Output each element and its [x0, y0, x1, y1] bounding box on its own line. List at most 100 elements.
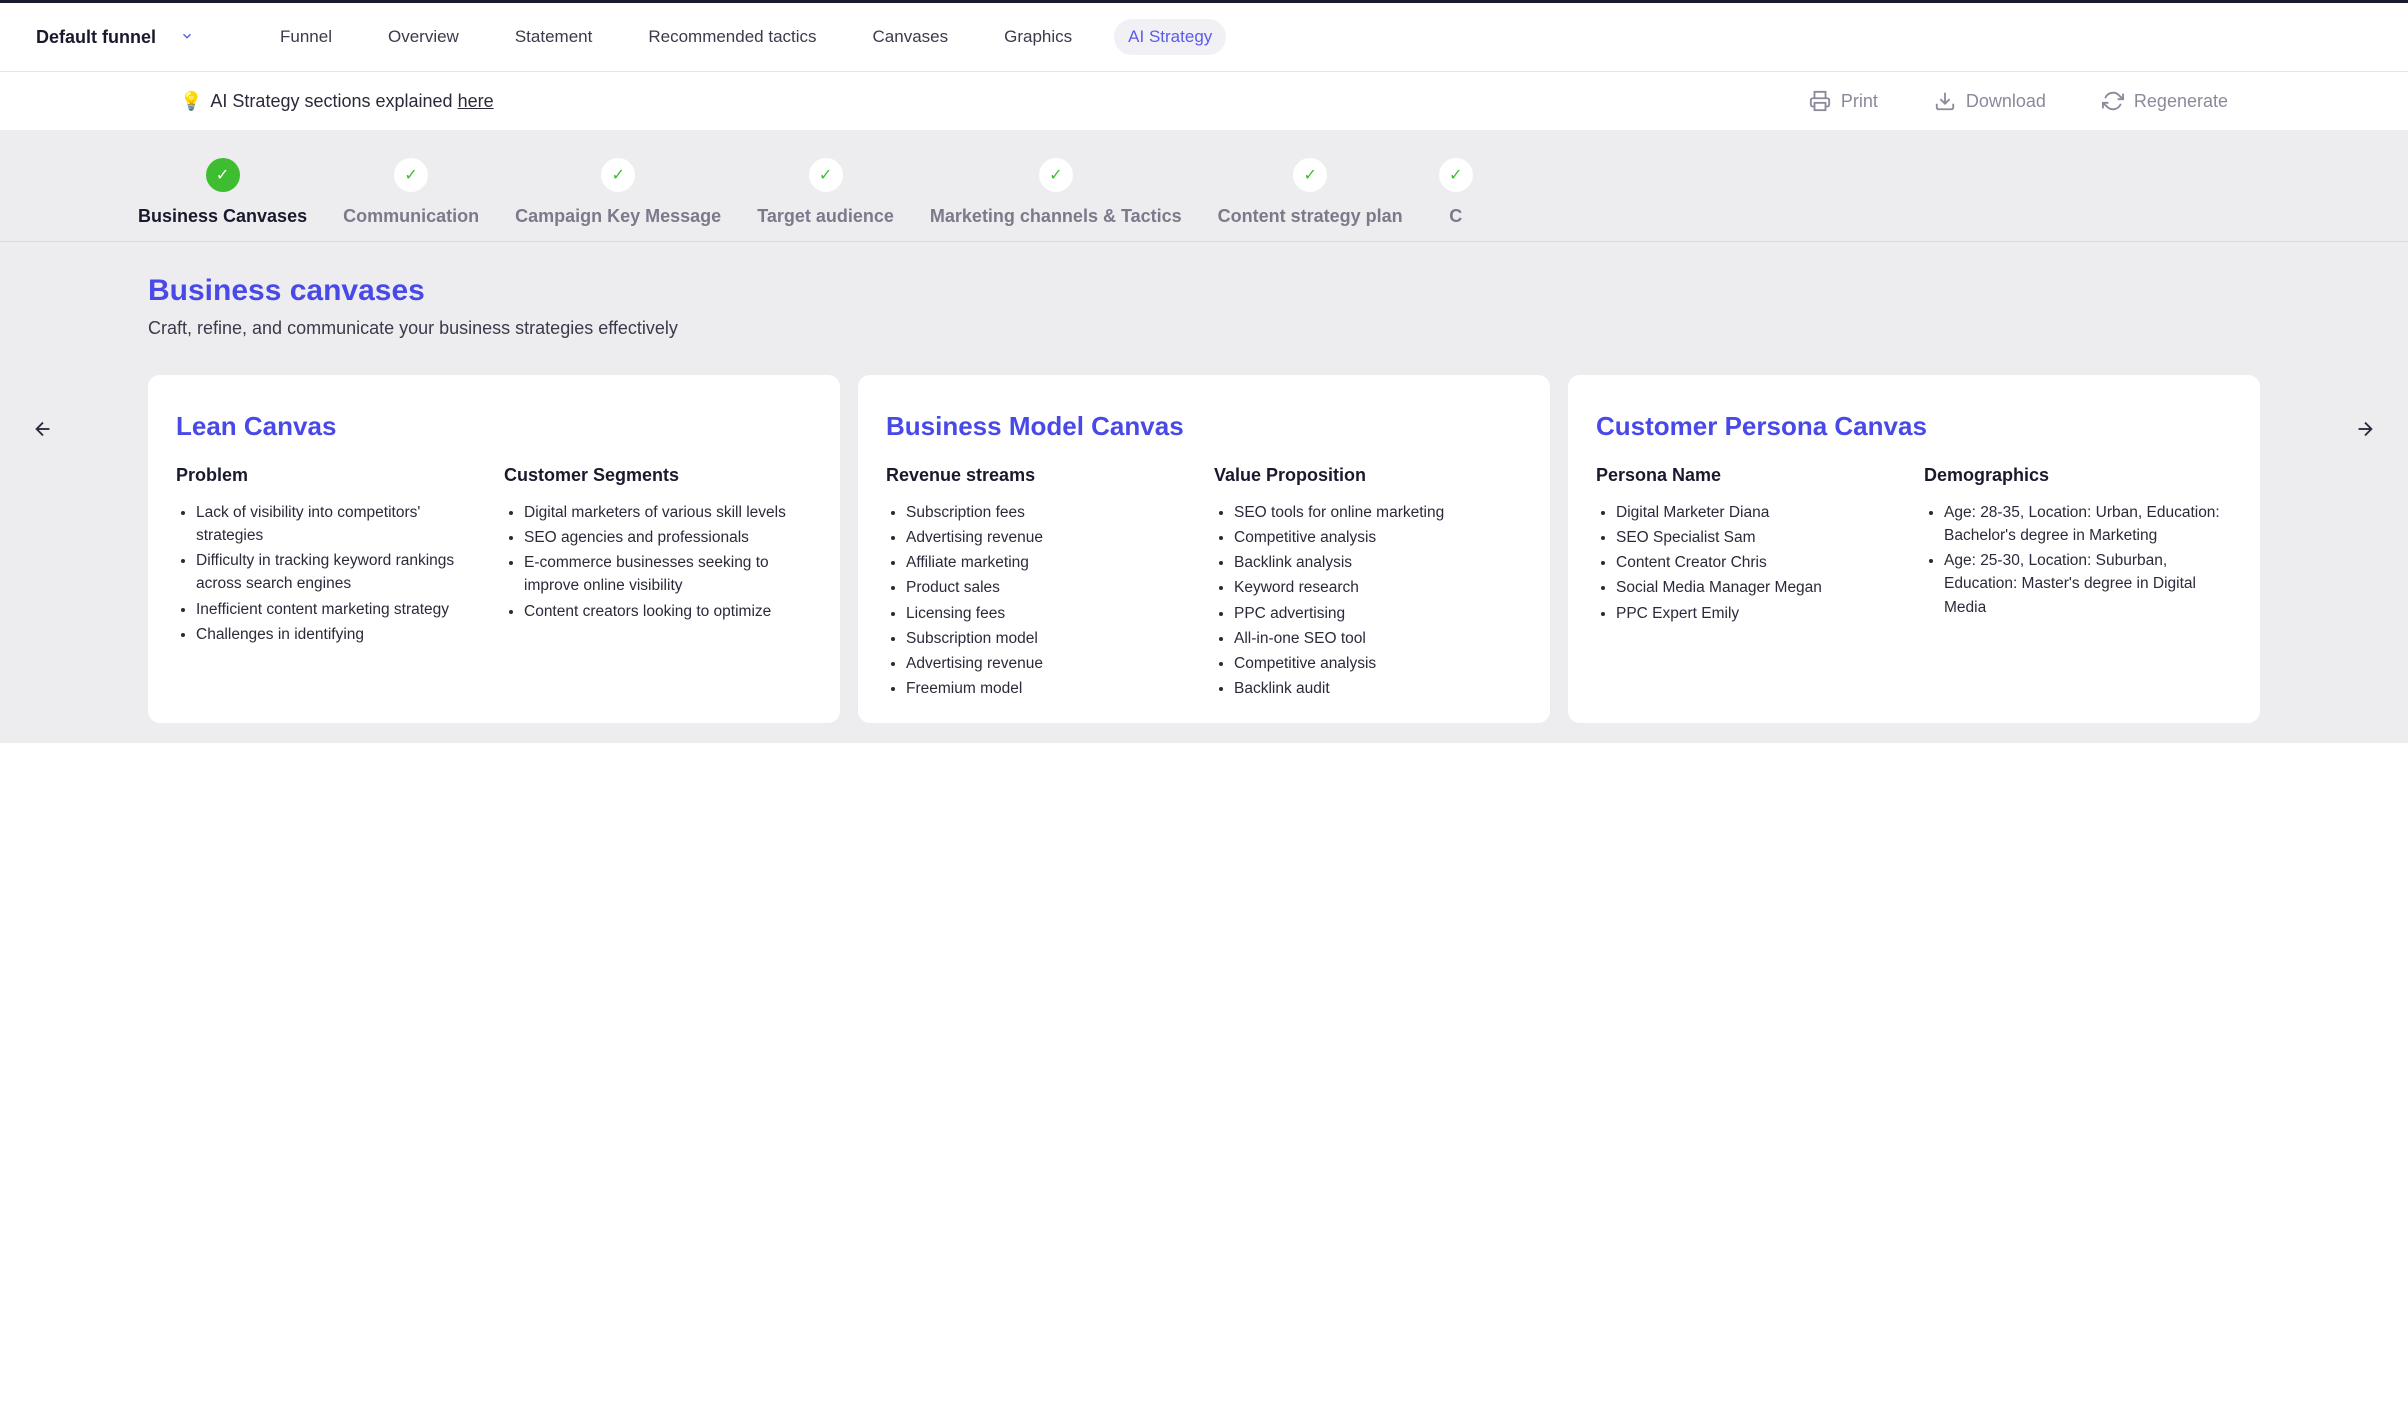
card-columns: Problem Lack of visibility into competito… [176, 464, 812, 648]
list-item: Difficulty in tracking keyword rankings … [196, 549, 484, 596]
check-icon: ✓ [1293, 158, 1327, 192]
list-item: Digital marketers of various skill level… [524, 501, 812, 524]
card-title: Lean Canvas [176, 411, 812, 442]
check-icon: ✓ [394, 158, 428, 192]
list-item: Digital Marketer Diana [1616, 501, 1904, 524]
list-item: Age: 25-30, Location: Suburban, Educatio… [1944, 549, 2232, 619]
print-icon [1809, 90, 1831, 112]
list-item: Social Media Manager Megan [1616, 576, 1904, 599]
list-item: Licensing fees [906, 602, 1194, 625]
step-label: Business Canvases [138, 206, 307, 227]
download-button[interactable]: Download [1934, 90, 2046, 112]
section-subtitle: Craft, refine, and communicate your busi… [148, 318, 2260, 339]
list-item: Competitive analysis [1234, 652, 1522, 675]
card-title: Customer Persona Canvas [1596, 411, 2232, 442]
column-list: Digital Marketer DianaSEO Specialist Sam… [1596, 501, 1904, 625]
content-area: ✓Business Canvases✓Communication✓Campaig… [0, 130, 2408, 743]
list-item: Subscription model [906, 627, 1194, 650]
print-label: Print [1841, 91, 1878, 112]
card-column: Revenue streams Subscription feesAdvertis… [886, 464, 1194, 703]
step-c[interactable]: ✓C [1421, 158, 1491, 241]
step-target-audience[interactable]: ✓ Target audience [739, 158, 912, 241]
step-marketing-channels-tactics[interactable]: ✓ Marketing channels & Tactics [912, 158, 1200, 241]
list-item: Challenges in identifying [196, 623, 484, 646]
list-item: Backlink analysis [1234, 551, 1522, 574]
list-item: Subscription fees [906, 501, 1194, 524]
list-item: PPC advertising [1234, 602, 1522, 625]
list-item: Competitive analysis [1234, 526, 1522, 549]
nav-tab-funnel[interactable]: Funnel [266, 19, 346, 55]
list-item: Content creators looking to optimize [524, 600, 812, 623]
regenerate-label: Regenerate [2134, 91, 2228, 112]
column-list: SEO tools for online marketingCompetitiv… [1214, 501, 1522, 701]
column-heading: Demographics [1924, 464, 2232, 487]
list-item: SEO agencies and professionals [524, 526, 812, 549]
step-content-strategy-plan[interactable]: ✓ Content strategy plan [1200, 158, 1421, 241]
download-icon [1934, 90, 1956, 112]
section-title: Business canvases [148, 274, 2260, 308]
card-column: Customer SegmentsDigital marketers of va… [504, 464, 812, 648]
canvas-card: Lean Canvas Problem Lack of visibility int… [148, 375, 840, 723]
canvas-card: Customer Persona Canvas Persona Name Digit… [1568, 375, 2260, 723]
check-icon: ✓ [1039, 158, 1073, 192]
nav-tab-recommended-tactics[interactable]: Recommended tactics [634, 19, 830, 55]
column-heading: Persona Name [1596, 464, 1904, 487]
card-columns: Revenue streams Subscription feesAdvertis… [886, 464, 1522, 703]
nav-tab-canvases[interactable]: Canvases [859, 19, 963, 55]
column-heading: Value Proposition [1214, 464, 1522, 487]
column-list: Digital marketers of various skill level… [504, 501, 812, 623]
steps-nav: ✓Business Canvases✓Communication✓Campaig… [0, 158, 2408, 242]
step-label: Content strategy plan [1218, 206, 1403, 227]
step-label: Target audience [757, 206, 894, 227]
column-heading: Revenue streams [886, 464, 1194, 487]
chevron-down-icon [180, 29, 194, 46]
column-list: Subscription feesAdvertising revenueAffi… [886, 501, 1194, 701]
list-item: Age: 28-35, Location: Urban, Education: … [1944, 501, 2232, 548]
card-columns: Persona Name Digital Marketer DianaSEO Sp… [1596, 464, 2232, 627]
step-campaign-key-message[interactable]: ✓ Campaign Key Message [497, 158, 739, 241]
explain-link[interactable]: here [458, 91, 494, 111]
regenerate-button[interactable]: Regenerate [2102, 90, 2228, 112]
explain-text: 💡 AI Strategy sections explained here [180, 91, 494, 112]
list-item: PPC Expert Emily [1616, 602, 1904, 625]
list-item: All-in-one SEO tool [1234, 627, 1522, 650]
list-item: Affiliate marketing [906, 551, 1194, 574]
check-icon: ✓ [809, 158, 843, 192]
carousel-next-button[interactable] [2346, 410, 2384, 454]
column-heading: Problem [176, 464, 484, 487]
nav-tab-statement[interactable]: Statement [501, 19, 607, 55]
step-label: Campaign Key Message [515, 206, 721, 227]
regenerate-icon [2102, 90, 2124, 112]
step-communication[interactable]: ✓ Communication [325, 158, 497, 241]
card-title: Business Model Canvas [886, 411, 1522, 442]
print-button[interactable]: Print [1809, 90, 1878, 112]
step-label: Marketing channels & Tactics [930, 206, 1182, 227]
arrow-right-icon [2354, 418, 2376, 440]
nav-tabs: Funnel Overview Statement Recommended tacti… [266, 19, 1226, 55]
canvas-card: Business Model Canvas Revenue streams Subs… [858, 375, 1550, 723]
list-item: Inefficient content marketing strategy [196, 598, 484, 621]
card-column: Persona Name Digital Marketer DianaSEO Sp… [1596, 464, 1904, 627]
nav-tab-graphics[interactable]: Graphics [990, 19, 1086, 55]
funnel-selector[interactable]: Default funnel [36, 27, 194, 48]
check-icon: ✓ [601, 158, 635, 192]
card-column: Value Proposition SEO tools for online ma… [1214, 464, 1522, 703]
list-item: Product sales [906, 576, 1194, 599]
nav-tab-overview[interactable]: Overview [374, 19, 473, 55]
carousel-prev-button[interactable] [24, 410, 62, 454]
canvas-cards: Lean Canvas Problem Lack of visibility int… [0, 375, 2408, 743]
list-item: Backlink audit [1234, 677, 1522, 700]
step-business-canvases[interactable]: ✓Business Canvases [120, 158, 325, 241]
explain-prefix: AI Strategy sections explained [210, 91, 457, 111]
nav-tab-ai-strategy[interactable]: AI Strategy [1114, 19, 1226, 55]
list-item: Keyword research [1234, 576, 1522, 599]
list-item: Advertising revenue [906, 526, 1194, 549]
card-column: Problem Lack of visibility into competito… [176, 464, 484, 648]
list-item: Freemium model [906, 677, 1194, 700]
lightbulb-icon: 💡 [180, 91, 202, 112]
column-list: Lack of visibility into competitors' str… [176, 501, 484, 647]
toolbar-actions: Print Download Regenerate [1809, 90, 2228, 112]
step-label: C [1449, 206, 1462, 227]
step-label: Communication [343, 206, 479, 227]
card-column: Demographics Age: 28-35, Location: Urban,… [1924, 464, 2232, 627]
